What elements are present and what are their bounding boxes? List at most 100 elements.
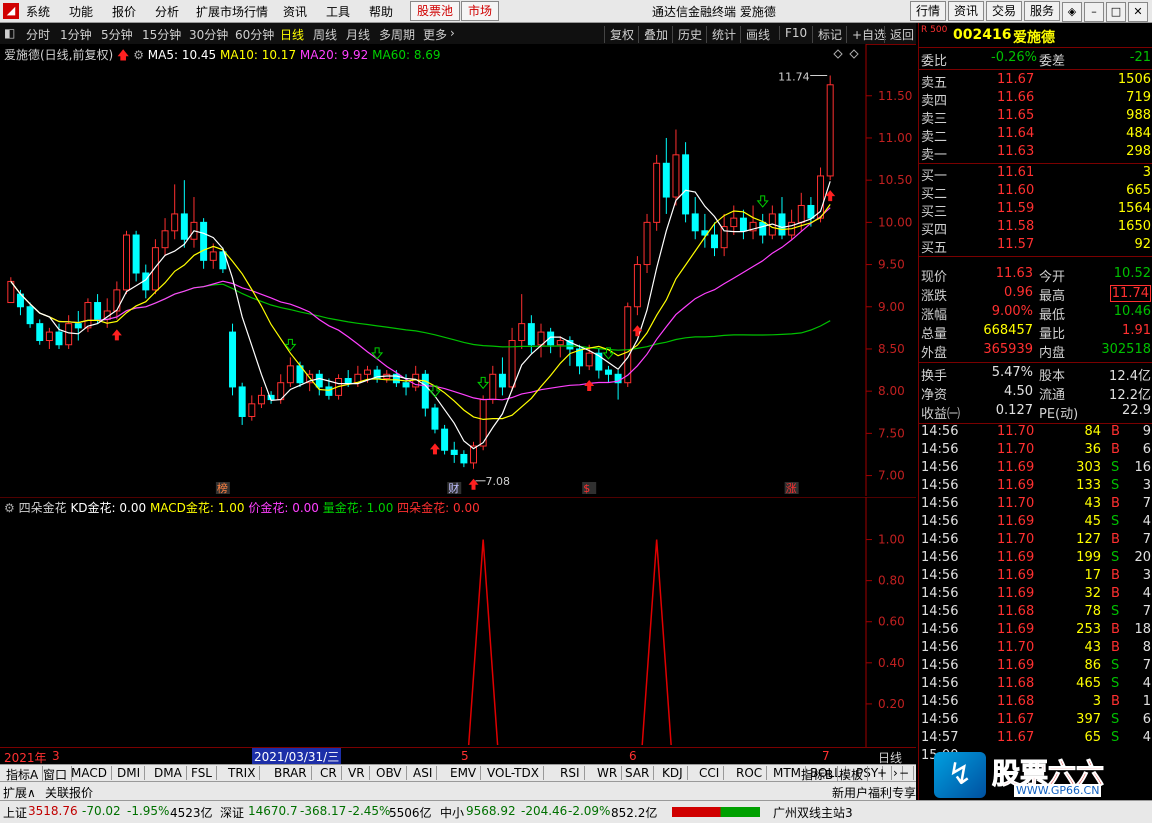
candle-body[interactable] [585,352,593,367]
zx-label[interactable]: 中小 [440,804,464,821]
candle-body[interactable] [431,407,439,430]
candle-body[interactable] [209,251,217,261]
menu-function[interactable]: 功能 [69,3,93,20]
tool-back[interactable]: 返回 [884,26,914,43]
candle-body[interactable] [807,204,815,219]
indicator-right-3[interactable]: − [895,766,915,780]
related-quote-button[interactable]: 关联报价 [45,784,93,801]
indicator-tab-brar[interactable]: BRAR [270,766,312,780]
toolbar-square-icon[interactable]: ◧ [4,26,15,40]
menu-analysis[interactable]: 分析 [155,3,179,20]
candle-body[interactable] [633,264,641,308]
candle-body[interactable] [200,221,208,261]
btn-trade[interactable]: 交易 [985,1,1022,21]
candle-body[interactable] [460,453,468,464]
close-icon[interactable]: ✕ [1128,2,1148,22]
indicator-tab-fsl[interactable]: FSL [187,766,217,780]
candle-body[interactable] [74,323,82,329]
period-more[interactable]: 更多 [423,26,447,43]
candle-body[interactable] [537,331,545,346]
candle-body[interactable] [94,302,102,320]
minimize-icon[interactable]: – [1084,2,1104,22]
candle-body[interactable] [441,428,449,451]
menu-news[interactable]: 资讯 [283,3,307,20]
indicator-tab-wr[interactable]: WR [593,766,623,780]
tool-fuquan[interactable]: 复权 [604,26,634,43]
event-marker-bang[interactable]: 榜 [217,481,228,495]
indicator-tab-dma[interactable]: DMA [150,766,187,780]
candle-body[interactable] [778,213,786,236]
candlestick-svg[interactable]: 11.50 11.00 10.50 10.00 9.50 9.00 8.50 8.00 7.50… [0,44,916,496]
indicator-tab-roc[interactable]: ROC [732,766,768,780]
order-row[interactable]: 卖四 11.66 719 [921,90,1151,109]
indicator-tab-trix[interactable]: TRIX [224,766,261,780]
period-15min[interactable]: 15分钟 [142,26,181,43]
period-daily[interactable]: 日线 [280,26,304,43]
period-60min[interactable]: 60分钟 [235,26,274,43]
candle-body[interactable] [161,230,169,249]
period-5min[interactable]: 5分钟 [101,26,133,43]
order-row[interactable]: 卖一 11.63 298 [921,144,1151,163]
tool-stats[interactable]: 统计 [706,26,736,43]
more-chevron-icon[interactable]: › [450,26,455,40]
candle-body[interactable] [691,213,699,232]
candle-body[interactable] [421,373,429,409]
candlestick-chart[interactable]: 11.50 11.00 10.50 10.00 9.50 9.00 8.50 8.00 7.50… [0,44,916,496]
indicator-tab-obv[interactable]: OBV [372,766,407,780]
maximize-icon[interactable]: □ [1106,2,1126,22]
notice-text[interactable]: 新用户福利专享 [832,784,916,801]
candle-body[interactable] [720,226,728,249]
indicator-tab-asi[interactable]: ASI [409,766,438,780]
indicator-tab-macd[interactable]: MACD [67,766,112,780]
candle-body[interactable] [325,386,333,396]
indicator-tab-cr[interactable]: CR [316,766,342,780]
candle-body[interactable] [180,213,188,240]
order-row[interactable]: 买三 11.59 1564 [921,201,1151,220]
candle-body[interactable] [36,323,44,342]
candle-body[interactable] [26,306,34,325]
indicator-tab-cci[interactable]: CCI [695,766,725,780]
sh-label[interactable]: 上证 [3,804,27,821]
candle-body[interactable] [508,340,516,388]
indicator-right-2[interactable]: + [873,766,893,780]
candle-body[interactable] [604,369,612,375]
candle-body[interactable] [739,217,747,232]
menu-market[interactable]: 市场 [461,1,500,21]
candle-body[interactable] [489,373,497,401]
candle-body[interactable] [527,323,535,346]
order-row[interactable]: 买四 11.58 1650 [921,219,1151,238]
btn-quote[interactable]: 行情 [909,1,946,21]
menu-quote[interactable]: 报价 [112,3,136,20]
tool-add-watch[interactable]: +自选 [846,26,886,43]
candle-body[interactable] [730,217,738,228]
tool-f10[interactable]: F10 [779,26,807,40]
candle-body[interactable] [402,382,410,388]
candle-body[interactable] [759,221,767,236]
indicator-tab-sar[interactable]: SAR [621,766,655,780]
indicator-tab-emv[interactable]: EMV [446,766,482,780]
candle-body[interactable] [682,154,690,215]
candle-body[interactable] [363,369,371,375]
candle-body[interactable] [123,234,130,291]
indicator-chart[interactable]: 1.00 0.80 0.60 0.40 0.20 ⚙ 四朵金花 KD金花: 0.00 M… [0,497,916,747]
candle-body[interactable] [662,162,670,198]
menu-ext-market[interactable]: 扩展市场行情 [196,3,268,20]
event-marker-dollar[interactable]: $ [583,482,590,495]
candle-body[interactable] [45,331,53,342]
candle-body[interactable] [711,234,718,249]
candle-body[interactable] [55,331,63,346]
candle-body[interactable] [797,204,805,223]
btn-service[interactable]: 服务 [1023,1,1060,21]
menu-stock-pool[interactable]: 股票池 [410,1,461,21]
sub-settings-icon[interactable]: ⚙ [4,501,15,515]
candle-body[interactable] [65,323,73,346]
event-marker-zhang[interactable]: 涨 [786,482,797,495]
candle-body[interactable] [171,213,179,232]
indicator-tab-rsi[interactable]: RSI [556,766,585,780]
candle-body[interactable] [498,373,506,388]
candle-body[interactable] [518,323,526,342]
event-marker-cai[interactable]: 财 [448,481,459,495]
candle-body[interactable] [315,373,323,388]
candle-body[interactable] [556,340,564,346]
tool-history[interactable]: 历史 [672,26,702,43]
